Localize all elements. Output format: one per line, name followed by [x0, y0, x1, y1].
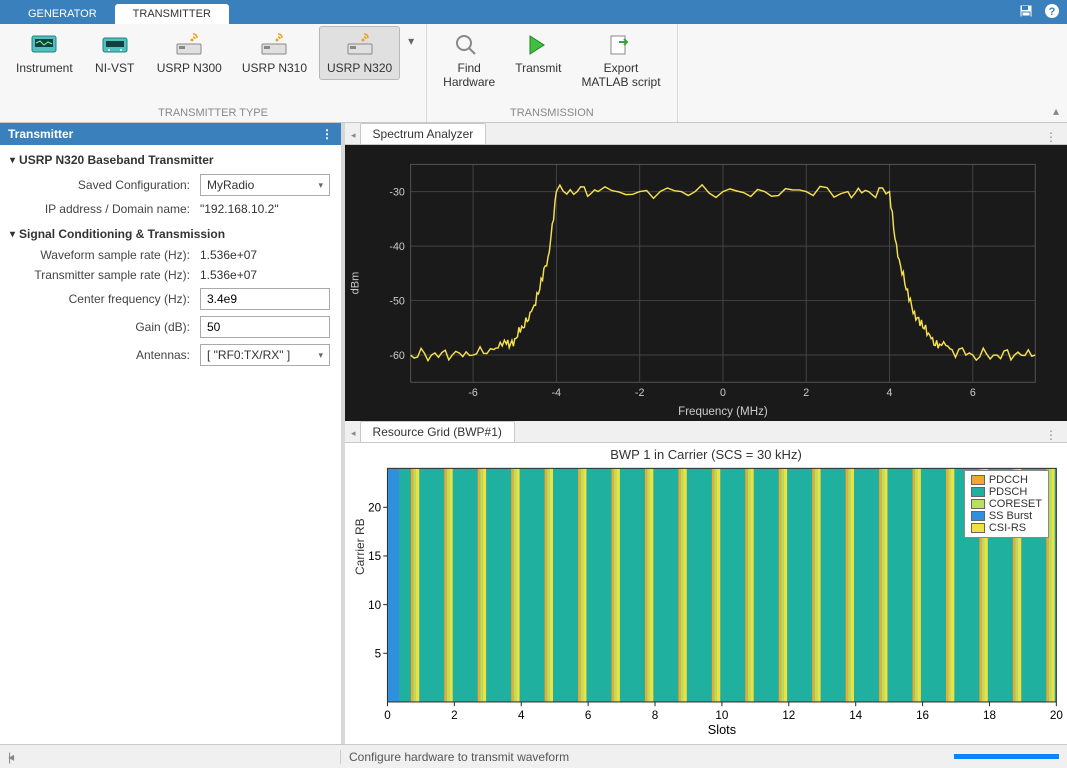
- tab-spectrum-analyzer[interactable]: Spectrum Analyzer: [360, 123, 487, 144]
- status-prev-icon[interactable]: [8, 750, 340, 764]
- svg-text:4: 4: [887, 387, 893, 399]
- app-tabs: GENERATOR TRANSMITTER ?: [0, 0, 1067, 24]
- resource-tabs: Resource Grid (BWP#1) ⋮: [345, 421, 1067, 443]
- svg-text:10: 10: [368, 599, 381, 612]
- spectrum-chart: dBm -30-40-50-60-6-4-20246Frequency (MHz…: [345, 145, 1067, 421]
- svg-text:-6: -6: [468, 387, 478, 399]
- nivst-icon: [99, 32, 131, 60]
- gain-input[interactable]: [200, 316, 330, 338]
- instrument-label: Instrument: [16, 62, 73, 76]
- svg-text:8: 8: [652, 709, 658, 722]
- saved-config-label: Saved Configuration:: [0, 178, 200, 192]
- n320-button[interactable]: USRP N320: [319, 26, 400, 80]
- svg-text:20: 20: [1050, 709, 1063, 722]
- resource-title: BWP 1 in Carrier (SCS = 30 kHz): [345, 443, 1067, 462]
- transmit-label: Transmit: [515, 62, 561, 76]
- svg-text:15: 15: [368, 550, 381, 563]
- svg-text:Slots: Slots: [708, 722, 736, 737]
- tx-rate-value: 1.536e+07: [200, 268, 330, 282]
- status-text: Configure hardware to transmit waveform: [340, 750, 569, 764]
- svg-text:-40: -40: [389, 241, 404, 253]
- export-button[interactable]: Export MATLAB script: [573, 26, 668, 94]
- svg-text:Frequency (MHz): Frequency (MHz): [678, 405, 768, 418]
- svg-text:-60: -60: [389, 350, 404, 362]
- save-icon[interactable]: [1017, 2, 1035, 20]
- nivst-button[interactable]: NI-VST: [85, 26, 145, 80]
- spectrum-tabs-menu[interactable]: ⋮: [1035, 130, 1067, 144]
- instrument-button[interactable]: Instrument: [8, 26, 81, 80]
- svg-text:20: 20: [368, 502, 381, 515]
- svg-text:0: 0: [384, 709, 391, 722]
- svg-text:-50: -50: [389, 295, 404, 307]
- n310-button[interactable]: USRP N310: [234, 26, 315, 80]
- svg-text:18: 18: [983, 709, 996, 722]
- n310-icon: [258, 32, 290, 60]
- svg-text:-4: -4: [552, 387, 562, 399]
- n300-button[interactable]: USRP N300: [149, 26, 230, 80]
- progress-bar: [954, 754, 1059, 759]
- search-icon: [453, 32, 485, 60]
- svg-text:14: 14: [849, 709, 862, 722]
- help-icon[interactable]: ?: [1043, 2, 1061, 20]
- play-icon: [522, 32, 554, 60]
- tx-rate-label: Transmitter sample rate (Hz):: [0, 268, 200, 282]
- type-group-label: TRANSMITTER TYPE: [8, 107, 418, 122]
- wf-rate-label: Waveform sample rate (Hz):: [0, 248, 200, 262]
- svg-text:-2: -2: [635, 387, 645, 399]
- n300-label: USRP N300: [157, 62, 222, 76]
- section-baseband[interactable]: USRP N320 Baseband Transmitter: [0, 145, 341, 171]
- export-icon: [605, 32, 637, 60]
- find-label: Find Hardware: [443, 62, 495, 90]
- svg-text:2: 2: [451, 709, 457, 722]
- ribbon: Instrument NI-VST USRP N300 USRP N310 US…: [0, 24, 1067, 123]
- transmitter-type-dropdown[interactable]: ▾: [404, 26, 418, 48]
- svg-text:0: 0: [720, 387, 726, 399]
- svg-text:5: 5: [375, 648, 381, 661]
- svg-text:-30: -30: [389, 186, 404, 198]
- export-label: Export MATLAB script: [581, 62, 660, 90]
- tab-generator[interactable]: GENERATOR: [10, 4, 115, 24]
- wf-rate-value: 1.536e+07: [200, 248, 330, 262]
- svg-text:2: 2: [803, 387, 809, 399]
- n320-icon: [344, 32, 376, 60]
- collapse-ribbon-icon[interactable]: ▴: [1045, 24, 1067, 122]
- section-signal[interactable]: Signal Conditioning & Transmission: [0, 219, 341, 245]
- ip-label: IP address / Domain name:: [0, 202, 200, 216]
- svg-text:6: 6: [970, 387, 976, 399]
- resource-legend: PDCCHPDSCHCORESETSS BurstCSI-RS: [964, 470, 1049, 538]
- nivst-label: NI-VST: [95, 62, 134, 76]
- resource-tabs-menu[interactable]: ⋮: [1035, 428, 1067, 442]
- antennas-label: Antennas:: [0, 348, 200, 362]
- svg-text:4: 4: [518, 709, 525, 722]
- svg-text:?: ?: [1049, 6, 1056, 18]
- svg-text:12: 12: [782, 709, 795, 722]
- instrument-icon: [28, 32, 60, 60]
- transmit-button[interactable]: Transmit: [507, 26, 569, 80]
- status-bar: Configure hardware to transmit waveform: [0, 744, 1067, 768]
- cf-label: Center frequency (Hz):: [0, 292, 200, 306]
- panel-title: Transmitter ⋮: [0, 123, 341, 145]
- ip-value: "192.168.10.2": [200, 202, 330, 216]
- n300-icon: [173, 32, 205, 60]
- saved-config-select[interactable]: MyRadio: [200, 174, 330, 196]
- svg-text:16: 16: [916, 709, 929, 722]
- n310-label: USRP N310: [242, 62, 307, 76]
- antennas-select[interactable]: [ "RF0:TX/RX" ]: [200, 344, 330, 366]
- svg-text:10: 10: [715, 709, 728, 722]
- tab-transmitter[interactable]: TRANSMITTER: [115, 4, 229, 24]
- center-frequency-input[interactable]: [200, 288, 330, 310]
- svg-text:6: 6: [585, 709, 591, 722]
- tab-resource-grid[interactable]: Resource Grid (BWP#1): [360, 421, 515, 442]
- transmission-group-label: TRANSMISSION: [435, 107, 668, 122]
- panel-menu-icon[interactable]: ⋮: [321, 127, 333, 141]
- resource-chart: Carrier RB 024681012141618205101520Slots…: [345, 462, 1067, 744]
- gain-label: Gain (dB):: [0, 320, 200, 334]
- spectrum-tabs: Spectrum Analyzer ⋮: [345, 123, 1067, 145]
- n320-label: USRP N320: [327, 62, 392, 76]
- find-hardware-button[interactable]: Find Hardware: [435, 26, 503, 94]
